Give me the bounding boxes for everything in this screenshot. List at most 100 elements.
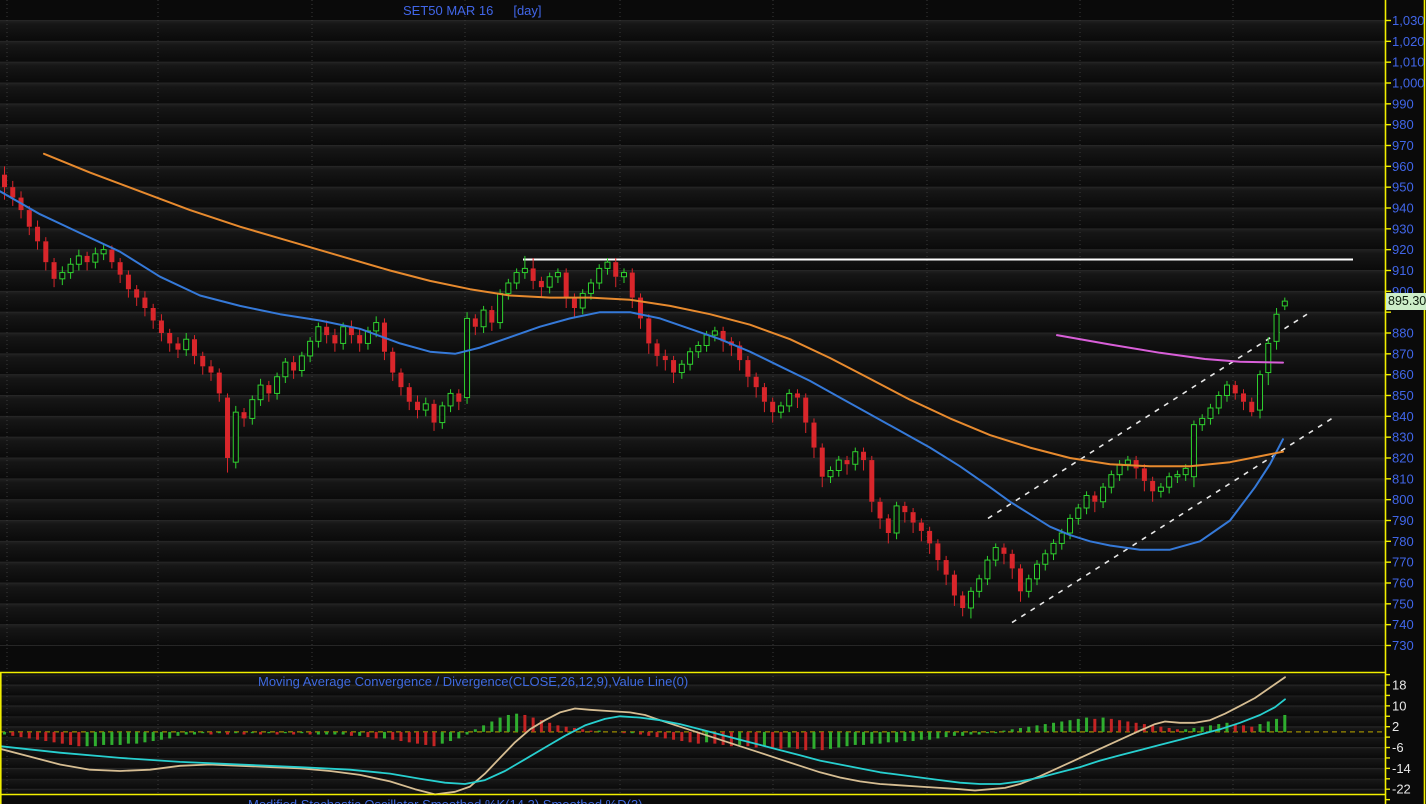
price-band — [0, 270, 1385, 292]
price-band — [0, 124, 1385, 146]
candle-body-down — [167, 332, 173, 344]
candle-body-up — [852, 451, 859, 465]
price-band — [0, 166, 1385, 188]
candle-body-down — [935, 543, 941, 561]
candle-body-down — [910, 512, 916, 523]
candle-body-up — [546, 276, 553, 288]
candle-body-down — [324, 326, 330, 336]
candle-body-up — [967, 590, 974, 609]
macd-tick-label: 18 — [1392, 678, 1406, 693]
candle-body-up — [621, 272, 627, 278]
candle-body-up — [1207, 407, 1214, 419]
price-tick-label: 990 — [1392, 96, 1414, 111]
candle-body-down — [84, 255, 90, 263]
candle-body-up — [513, 272, 520, 284]
candle-body-down — [1017, 568, 1023, 592]
candle-body-up — [505, 282, 512, 294]
price-band — [0, 416, 1385, 438]
candle-body-down — [2, 174, 7, 188]
price-tick-label: 870 — [1392, 346, 1414, 361]
candle-body-down — [646, 318, 652, 344]
candle-body-up — [59, 272, 66, 280]
candle-body-down — [571, 297, 577, 308]
macd-band — [0, 768, 1385, 779]
candle-body-up — [183, 338, 190, 351]
candle-body-down — [662, 355, 668, 361]
candle-body-down — [200, 355, 206, 367]
candle-body-up — [1166, 476, 1173, 488]
candle-body-down — [613, 262, 619, 277]
candle-body-up — [497, 292, 504, 324]
macd-tick-label: -6 — [1392, 740, 1404, 755]
candle-body-down — [869, 460, 875, 502]
candle-body-down — [770, 401, 776, 413]
candle-body-up — [976, 578, 983, 592]
macd-band — [0, 778, 1385, 790]
price-tick-label: 790 — [1392, 513, 1414, 528]
candle-body-down — [1241, 393, 1246, 402]
candle-body-down — [357, 335, 363, 344]
candle-body-up — [587, 282, 594, 294]
price-band — [0, 62, 1385, 83]
candle-body-up — [282, 361, 289, 378]
candle-body-down — [26, 210, 32, 227]
candle-body-up — [315, 326, 322, 342]
candle-body-up — [678, 363, 685, 374]
candle-body-up — [298, 355, 305, 371]
candle-body-down — [927, 530, 933, 544]
candle-body-down — [10, 187, 16, 198]
candle-body-up — [1124, 459, 1131, 465]
price-tick-label: 930 — [1392, 221, 1414, 236]
price-tick-label: 800 — [1392, 492, 1414, 507]
candle-body-down — [943, 560, 949, 575]
macd-tick-label: 10 — [1392, 698, 1406, 713]
candle-body-down — [158, 320, 164, 333]
candle-body-up — [464, 317, 471, 399]
candle-body-up — [67, 263, 74, 274]
price-band — [0, 562, 1385, 583]
candle-body-down — [175, 343, 181, 350]
candle-body-up — [984, 559, 991, 580]
candle-body-down — [125, 274, 131, 290]
macd-band — [0, 737, 1385, 748]
price-tick-label: 900 — [1392, 284, 1414, 299]
candle-body-down — [861, 451, 867, 461]
price-tick-label: 1,030 — [1392, 13, 1425, 28]
candle-body-down — [811, 422, 817, 448]
candle-body-down — [431, 403, 437, 423]
candle-body-up — [373, 322, 380, 332]
price-tick-label: 1,000 — [1392, 75, 1425, 90]
candle-body-down — [918, 522, 924, 531]
candle-body-up — [786, 392, 793, 407]
candle-body-up — [604, 261, 611, 269]
candle-body-up — [1025, 578, 1032, 592]
candle-body-down — [266, 385, 272, 394]
candle-body-down — [794, 393, 800, 398]
candle-body-up — [1075, 507, 1082, 519]
candle-body-down — [43, 241, 49, 263]
price-tick-label: 830 — [1392, 430, 1414, 445]
candle-body-down — [803, 397, 809, 423]
price-band — [0, 332, 1385, 354]
candle-body-up — [695, 344, 702, 353]
price-tick-label: 950 — [1392, 180, 1414, 195]
candle-body-down — [671, 360, 677, 373]
price-band — [0, 520, 1385, 542]
macd-band — [0, 705, 1385, 717]
macd-tick-label: -22 — [1392, 782, 1411, 797]
price-tick-label: 1,010 — [1392, 55, 1425, 70]
candle-body-down — [35, 226, 41, 242]
candle-body-up — [596, 267, 603, 284]
candle-body-down — [1249, 401, 1255, 413]
candle-body-down — [885, 518, 891, 533]
price-tick-label: 1,020 — [1392, 34, 1425, 49]
chart-canvas[interactable]: 1,030 1,020 1,010 1,000 990 980 970 960 950 940 93… — [0, 0, 1426, 804]
candle-body-down — [398, 372, 404, 388]
candle-body-up — [1199, 417, 1206, 426]
macd-band — [0, 695, 1385, 706]
candle-body-down — [51, 262, 57, 279]
candle-body-down — [1092, 495, 1098, 502]
candle-body-up — [1215, 394, 1222, 409]
candle-body-up — [1157, 486, 1164, 492]
candle-body-down — [1009, 553, 1015, 569]
